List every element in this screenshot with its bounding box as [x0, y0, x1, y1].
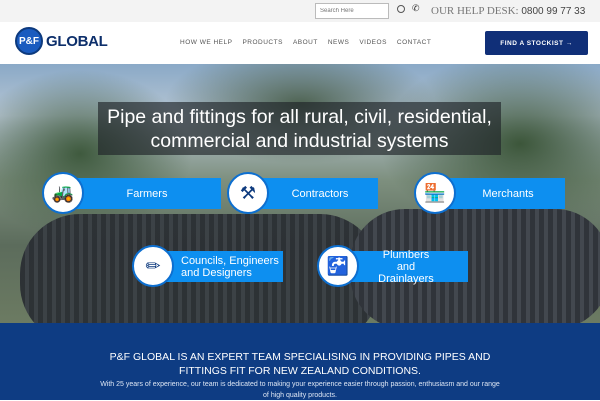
nav-news[interactable]: NEWS: [328, 39, 350, 46]
find-stockist-button[interactable]: FIND A STOCKIST →: [485, 31, 588, 55]
nav-videos[interactable]: VIDEOS: [359, 39, 387, 46]
shovel-icon[interactable]: ⚒: [227, 172, 269, 214]
nav-products[interactable]: PRODUCTS: [242, 39, 282, 46]
top-bar: ✆ OUR HELP DESK: 0800 99 77 33: [0, 0, 600, 22]
about-text: With 25 years of experience, our team is…: [100, 381, 500, 399]
farmers-button[interactable]: Farmers: [63, 178, 221, 209]
nav-about[interactable]: ABOUT: [293, 39, 318, 46]
main-nav: P&F GLOBAL HOW WE HELP PRODUCTS ABOUT NE…: [0, 22, 600, 64]
button-label: Farmers: [126, 187, 168, 200]
help-number[interactable]: 0800 99 77 33: [521, 6, 585, 17]
search-input[interactable]: [315, 3, 389, 19]
nav-contact[interactable]: CONTACT: [397, 39, 431, 46]
hero-headline: Pipe and fittings for all rural, civil, …: [98, 102, 501, 155]
tap-icon[interactable]: 🚰: [317, 245, 359, 287]
button-label: Councils, Engineers and Designers: [181, 254, 279, 279]
ruler-pencil-icon[interactable]: ✏: [132, 245, 174, 287]
button-label: Plumbers and Drainlayers: [378, 248, 434, 285]
search-icon[interactable]: [397, 5, 405, 13]
hero: Pipe and fittings for all rural, civil, …: [0, 64, 600, 323]
button-label: Merchants: [482, 187, 534, 200]
phone-icon: ✆: [412, 3, 420, 13]
help-desk: OUR HELP DESK: 0800 99 77 33: [431, 5, 585, 17]
logo[interactable]: P&F GLOBAL: [15, 27, 108, 55]
logo-mark: P&F: [15, 27, 43, 55]
about-title: P&F GLOBAL IS AN EXPERT TEAM SPECIALISIN…: [109, 351, 491, 377]
logo-text: GLOBAL: [46, 32, 108, 50]
about-section: P&F GLOBAL IS AN EXPERT TEAM SPECIALISIN…: [0, 323, 600, 400]
button-label: Contractors: [291, 187, 349, 200]
help-label: OUR HELP DESK:: [431, 5, 519, 17]
tractor-icon[interactable]: 🚜: [42, 172, 84, 214]
nav-how-we-help[interactable]: HOW WE HELP: [180, 39, 232, 46]
shop-icon[interactable]: 🏪: [414, 172, 456, 214]
